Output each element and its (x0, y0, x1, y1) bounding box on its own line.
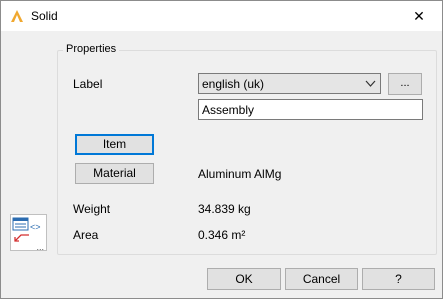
solid-dialog: Solid ✕ Properties Label english (uk) ..… (0, 0, 443, 299)
label-text-value: Assembly (202, 103, 255, 117)
component-link-dots: ... (36, 242, 44, 252)
close-button[interactable]: ✕ (396, 1, 442, 31)
more-options-button[interactable]: ... (388, 73, 422, 95)
area-value: 0.346 m² (198, 228, 246, 242)
label-caption: Label (73, 77, 103, 91)
material-button[interactable]: Material (75, 163, 154, 184)
window-title: Solid (31, 9, 58, 23)
language-dropdown[interactable]: english (uk) (198, 73, 381, 94)
properties-group-title: Properties (63, 43, 120, 55)
material-value: Aluminum AlMg (198, 167, 282, 181)
weight-value: 34.839 kg (198, 202, 251, 216)
title-bar: Solid ✕ (1, 1, 442, 31)
weight-caption: Weight (73, 202, 111, 216)
language-dropdown-value: english (uk) (202, 77, 265, 91)
svg-text:<>: <> (30, 222, 41, 232)
close-icon: ✕ (413, 7, 425, 24)
app-logo-icon (11, 10, 23, 22)
cancel-button[interactable]: Cancel (285, 268, 358, 290)
help-button[interactable]: ? (362, 268, 435, 290)
item-button[interactable]: Item (75, 134, 154, 155)
ok-button[interactable]: OK (207, 268, 281, 290)
chevron-down-icon (365, 80, 376, 87)
area-caption: Area (73, 228, 99, 242)
component-link-button[interactable]: <> ... (10, 214, 47, 252)
label-text-field[interactable]: Assembly (198, 99, 423, 120)
